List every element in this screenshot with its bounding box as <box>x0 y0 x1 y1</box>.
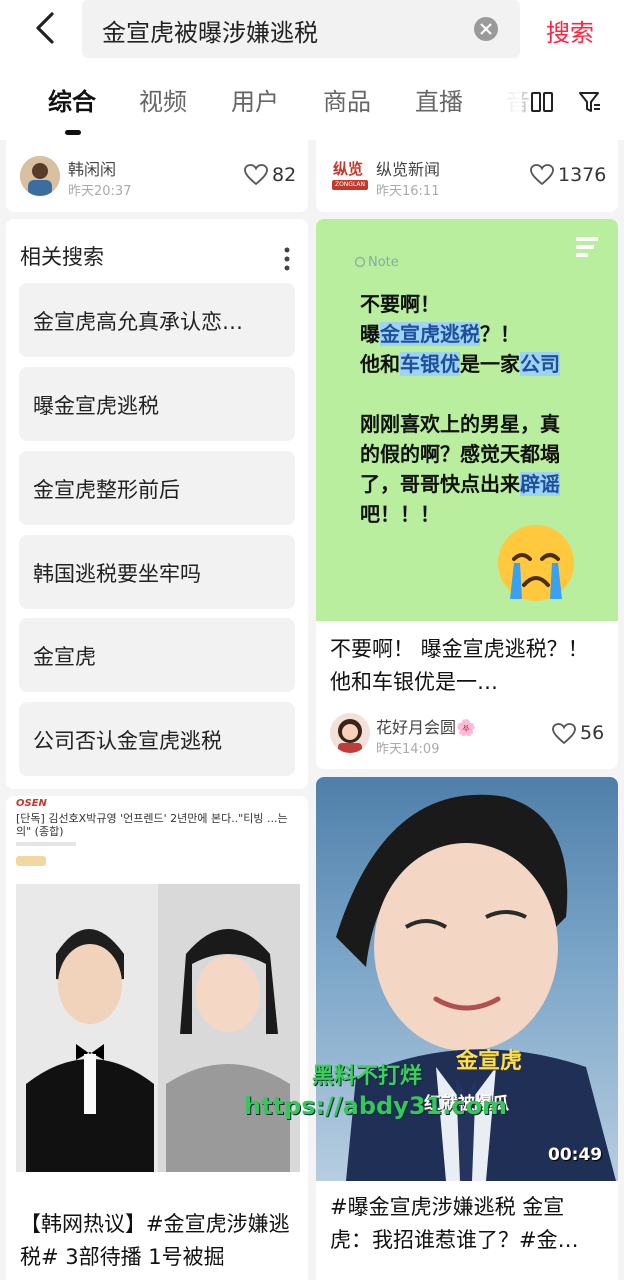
note-line: 的假的啊？感觉天都塌 <box>360 442 560 466</box>
video-overlay-title: 金宣虎 <box>456 1049 523 1074</box>
search-query: 金宣虎被曝涉嫌逃税 <box>102 19 318 47</box>
avatar[interactable] <box>20 156 60 196</box>
close-icon <box>480 23 492 35</box>
post-time: 昨天20:37 <box>68 184 132 199</box>
search-input[interactable]: 金宣虎被曝涉嫌逃税 <box>82 0 520 58</box>
news-screenshot-image[interactable]: OSEN [단독] 김선호X박규영 '언프렌드' 2년만에 본다.."티빙 ..… <box>6 796 308 1196</box>
post-time: 昨天14:09 <box>376 742 440 757</box>
avatar-image <box>20 156 60 196</box>
avatar-image <box>330 713 370 753</box>
chevron-left-icon <box>36 12 54 44</box>
tab-users[interactable]: 用户 <box>231 82 279 117</box>
post-time: 昨天16:11 <box>376 184 440 199</box>
news-photo <box>16 884 300 1172</box>
note-line: 曝金宣虎逃税？！ <box>360 322 520 346</box>
search-header: 金宣虎被曝涉嫌逃税 搜索 综合 视频 用户 商品 直播 音 <box>0 0 624 140</box>
heart-icon[interactable] <box>244 164 268 186</box>
video-frame <box>336 794 616 1181</box>
double-column-icon <box>531 92 553 112</box>
tab-live[interactable]: 直播 <box>415 82 463 117</box>
note-line: 刚刚喜欢上的男星，真 <box>360 412 560 436</box>
post-card-2[interactable]: 纵览 ZONGLAN 纵览新闻 昨天16:11 1376 <box>316 140 618 212</box>
note-image[interactable]: Note 不要啊！ 曝金宣虎逃税？！ 他和车银优是一家公司 刚刚喜欢上的男星，真… <box>316 219 618 621</box>
like-count: 56 <box>580 722 605 744</box>
related-search-item[interactable]: 曝金宣虎逃税 <box>19 367 295 441</box>
like-count: 1376 <box>558 164 607 186</box>
tab-all[interactable]: 综合 <box>48 82 96 117</box>
video-duration: 00:49 <box>548 1145 603 1165</box>
heart-icon[interactable] <box>552 723 576 745</box>
tab-fade <box>492 78 522 126</box>
post-card-1[interactable]: 韩闲闲 昨天20:37 82 <box>6 140 308 212</box>
author-name[interactable]: 花好月会圆🌸 <box>376 714 476 738</box>
reaction-badge <box>16 856 46 866</box>
note-line-blank <box>360 379 600 409</box>
active-tab-indicator <box>65 130 81 135</box>
related-search-item[interactable]: 金宣虎高允真承认恋… <box>19 283 295 357</box>
post-card-news[interactable]: OSEN [단독] 김선호X박규영 '언프렌드' 2년만에 본다.."티빙 ..… <box>6 796 308 1280</box>
post-card-note[interactable]: Note 不要啊！ 曝金宣虎逃税？！ 他和车银优是一家公司 刚刚喜欢上的男星，真… <box>316 219 618 769</box>
related-search-item[interactable]: 金宣虎整形前后 <box>19 451 295 525</box>
post-card-video[interactable]: 金宣虎 红就被爆瓜 00:49 #曝金宣虎涉嫌逃税 金宣虎：我招谁惹谁了？#金… <box>316 777 618 1280</box>
related-search-label: 曝金宣虎逃税 <box>33 394 159 418</box>
note-label: Note <box>368 255 399 270</box>
circle-icon <box>354 256 366 268</box>
post-title[interactable]: 【韩网热议】#金宣虎涉嫌逃税# 3部待播 1号被掘 <box>20 1208 296 1274</box>
note-line: 了，哥哥快点出来辟谣 <box>360 472 560 496</box>
watermark-text: 黑料不打烊 <box>312 1064 423 1089</box>
filter-icon <box>579 92 600 112</box>
clear-search-button[interactable] <box>474 17 498 41</box>
note-line: 他和车银优是一家公司 <box>360 352 560 376</box>
news-meta-bar <box>16 842 76 846</box>
back-button[interactable] <box>28 8 68 48</box>
layout-toggle-button[interactable] <box>530 90 554 118</box>
related-title: 相关搜索 <box>20 245 104 269</box>
brand-logo-sub: ZONGLAN <box>332 180 368 190</box>
note-menu-icon <box>576 237 598 257</box>
related-search-label: 韩国逃税要坐牢吗 <box>33 562 201 586</box>
news-headline: [단독] 김선호X박규영 '언프렌드' 2년만에 본다.."티빙 ...는 의"… <box>16 812 288 838</box>
news-brand: OSEN <box>16 798 47 809</box>
tab-goods[interactable]: 商品 <box>323 82 371 117</box>
related-search-label: 金宣虎整形前后 <box>33 478 180 502</box>
post-title[interactable]: #曝金宣虎涉嫌逃税 金宣虎：我招谁惹谁了？#金… <box>330 1191 606 1257</box>
crying-face-icon <box>498 525 574 601</box>
avatar[interactable] <box>330 713 370 753</box>
tab-video[interactable]: 视频 <box>139 82 187 117</box>
heart-icon[interactable] <box>530 164 554 186</box>
post-title[interactable]: 不要啊！ 曝金宣虎逃税？！ 他和车银优是一… <box>330 633 606 699</box>
like-count: 82 <box>272 164 297 186</box>
related-search-item[interactable]: 公司否认金宣虎逃税 <box>19 702 295 776</box>
note-line: 不要啊！ <box>360 292 440 316</box>
related-searches: 相关搜索 金宣虎高允真承认恋… 曝金宣虎逃税 金宣虎整形前后 韩国逃税要坐牢吗 … <box>6 219 308 789</box>
avatar[interactable]: 纵览 ZONGLAN <box>330 156 370 196</box>
more-icon[interactable] <box>284 247 290 271</box>
related-search-label: 金宣虎 <box>33 645 96 669</box>
related-search-label: 公司否认金宣虎逃税 <box>33 729 222 753</box>
related-search-item[interactable]: 韩国逃税要坐牢吗 <box>19 535 295 609</box>
author-name[interactable]: 纵览新闻 <box>376 156 440 180</box>
filter-button[interactable] <box>578 90 602 118</box>
related-search-label: 金宣虎高允真承认恋… <box>33 310 243 334</box>
search-button[interactable]: 搜索 <box>546 13 594 48</box>
author-name[interactable]: 韩闲闲 <box>68 156 116 180</box>
related-search-item[interactable]: 金宣虎 <box>19 618 295 692</box>
video-thumbnail[interactable] <box>316 777 618 1181</box>
brand-logo-text: 纵览 <box>333 160 364 178</box>
watermark-url: https://abdy31.com <box>244 1092 508 1120</box>
note-text: 不要啊！ 曝金宣虎逃税？！ 他和车银优是一家公司 刚刚喜欢上的男星，真 的假的啊… <box>360 289 600 529</box>
